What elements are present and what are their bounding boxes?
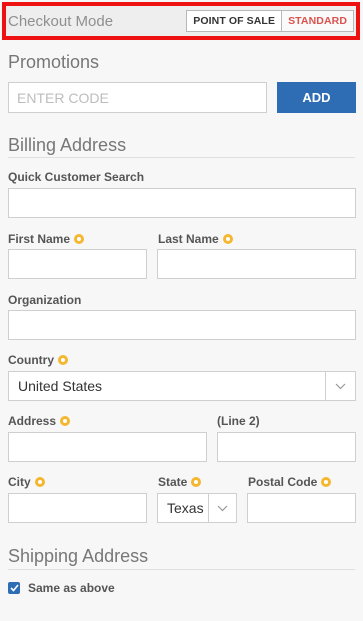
last-name-input[interactable] <box>157 249 356 279</box>
required-icon <box>74 234 85 244</box>
address-input[interactable] <box>8 432 207 462</box>
address-line2-input[interactable] <box>217 432 356 462</box>
check-icon <box>9 584 19 592</box>
postal-code-input[interactable] <box>247 493 356 523</box>
billing-divider <box>8 157 355 158</box>
required-icon <box>60 416 71 426</box>
promotions-title: Promotions <box>8 52 100 72</box>
organization-input[interactable] <box>8 310 356 340</box>
mode-point-of-sale-button[interactable]: POINT OF SALE <box>187 11 283 31</box>
address-label: Address <box>8 414 71 428</box>
quick-customer-search-input[interactable] <box>8 188 356 218</box>
mode-standard-button[interactable]: STANDARD <box>282 11 353 31</box>
chevron-down-icon[interactable] <box>325 372 355 400</box>
quick-search-label: Quick Customer Search <box>8 170 144 184</box>
checkout-mode-label: Checkout Mode <box>8 12 114 30</box>
required-icon <box>191 477 202 487</box>
postal-code-label: Postal Code <box>248 475 332 489</box>
organization-label: Organization <box>8 293 81 307</box>
shipping-address-title: Shipping Address <box>8 546 149 566</box>
required-icon <box>222 234 233 244</box>
first-name-input[interactable] <box>8 249 147 279</box>
country-label-text: Country <box>8 353 54 367</box>
same-as-above-row[interactable]: Same as above <box>8 581 115 595</box>
state-label-text: State <box>158 475 188 489</box>
city-label: City <box>8 475 45 489</box>
first-name-label-text: First Name <box>8 232 71 246</box>
organization-label-text: Organization <box>8 293 82 307</box>
address-label-text: Address <box>8 414 57 428</box>
billing-address-title: Billing Address <box>8 135 127 155</box>
first-name-label: First Name <box>8 232 85 246</box>
postal-code-label-text: Postal Code <box>248 475 318 489</box>
state-select[interactable]: Texas <box>157 493 237 523</box>
promo-code-input[interactable] <box>8 82 267 113</box>
checkout-mode-toggle: POINT OF SALE STANDARD <box>186 10 354 32</box>
state-select-value: Texas <box>167 500 204 516</box>
address-line2-label: (Line 2) <box>217 414 260 428</box>
add-promo-button[interactable]: ADD <box>277 82 356 113</box>
required-icon <box>58 355 68 365</box>
required-icon <box>34 477 45 487</box>
city-input[interactable] <box>8 493 147 523</box>
state-label: State <box>158 475 202 489</box>
quick-search-label-text: Quick Customer Search <box>8 170 145 184</box>
last-name-label-text: Last Name <box>158 232 219 246</box>
city-label-text: City <box>8 475 31 489</box>
checkout-mode-bar: Checkout Mode POINT OF SALE STANDARD <box>2 2 360 40</box>
address-line2-label-text: (Line 2) <box>217 414 260 428</box>
country-select-value: United States <box>18 378 103 394</box>
country-select[interactable]: United States <box>8 371 356 401</box>
country-label: Country <box>8 353 68 367</box>
required-icon <box>321 477 332 487</box>
last-name-label: Last Name <box>158 232 233 246</box>
same-as-above-checkbox[interactable] <box>8 582 20 594</box>
shipping-divider <box>8 569 355 570</box>
chevron-down-icon[interactable] <box>208 494 236 522</box>
same-as-above-label: Same as above <box>28 581 115 595</box>
